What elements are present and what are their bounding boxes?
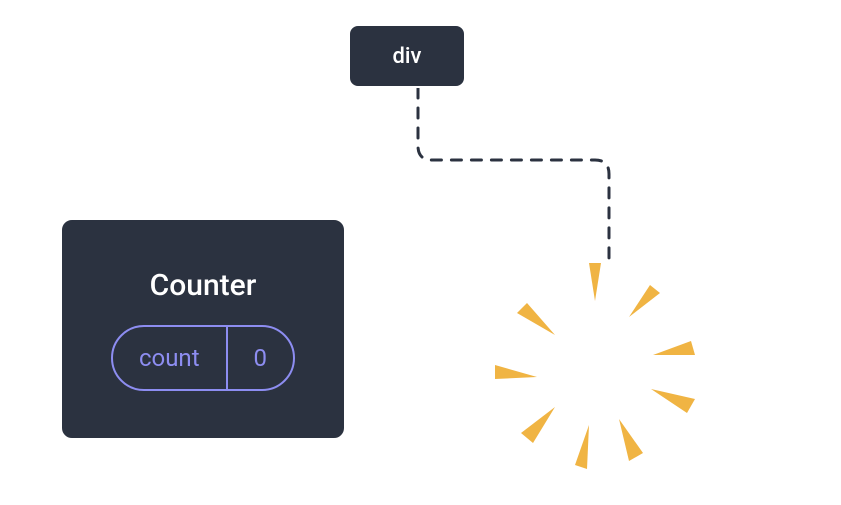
burst-icon <box>475 245 715 485</box>
counter-node: Counter count 0 <box>60 218 346 440</box>
diagram-canvas: div Counter count 0 <box>0 0 841 505</box>
state-value: 0 <box>228 327 294 389</box>
root-node-label: div <box>393 44 422 69</box>
root-node: div <box>348 24 466 88</box>
state-pill: count 0 <box>111 325 295 391</box>
counter-title: Counter <box>150 268 257 303</box>
state-label: count <box>113 327 228 389</box>
